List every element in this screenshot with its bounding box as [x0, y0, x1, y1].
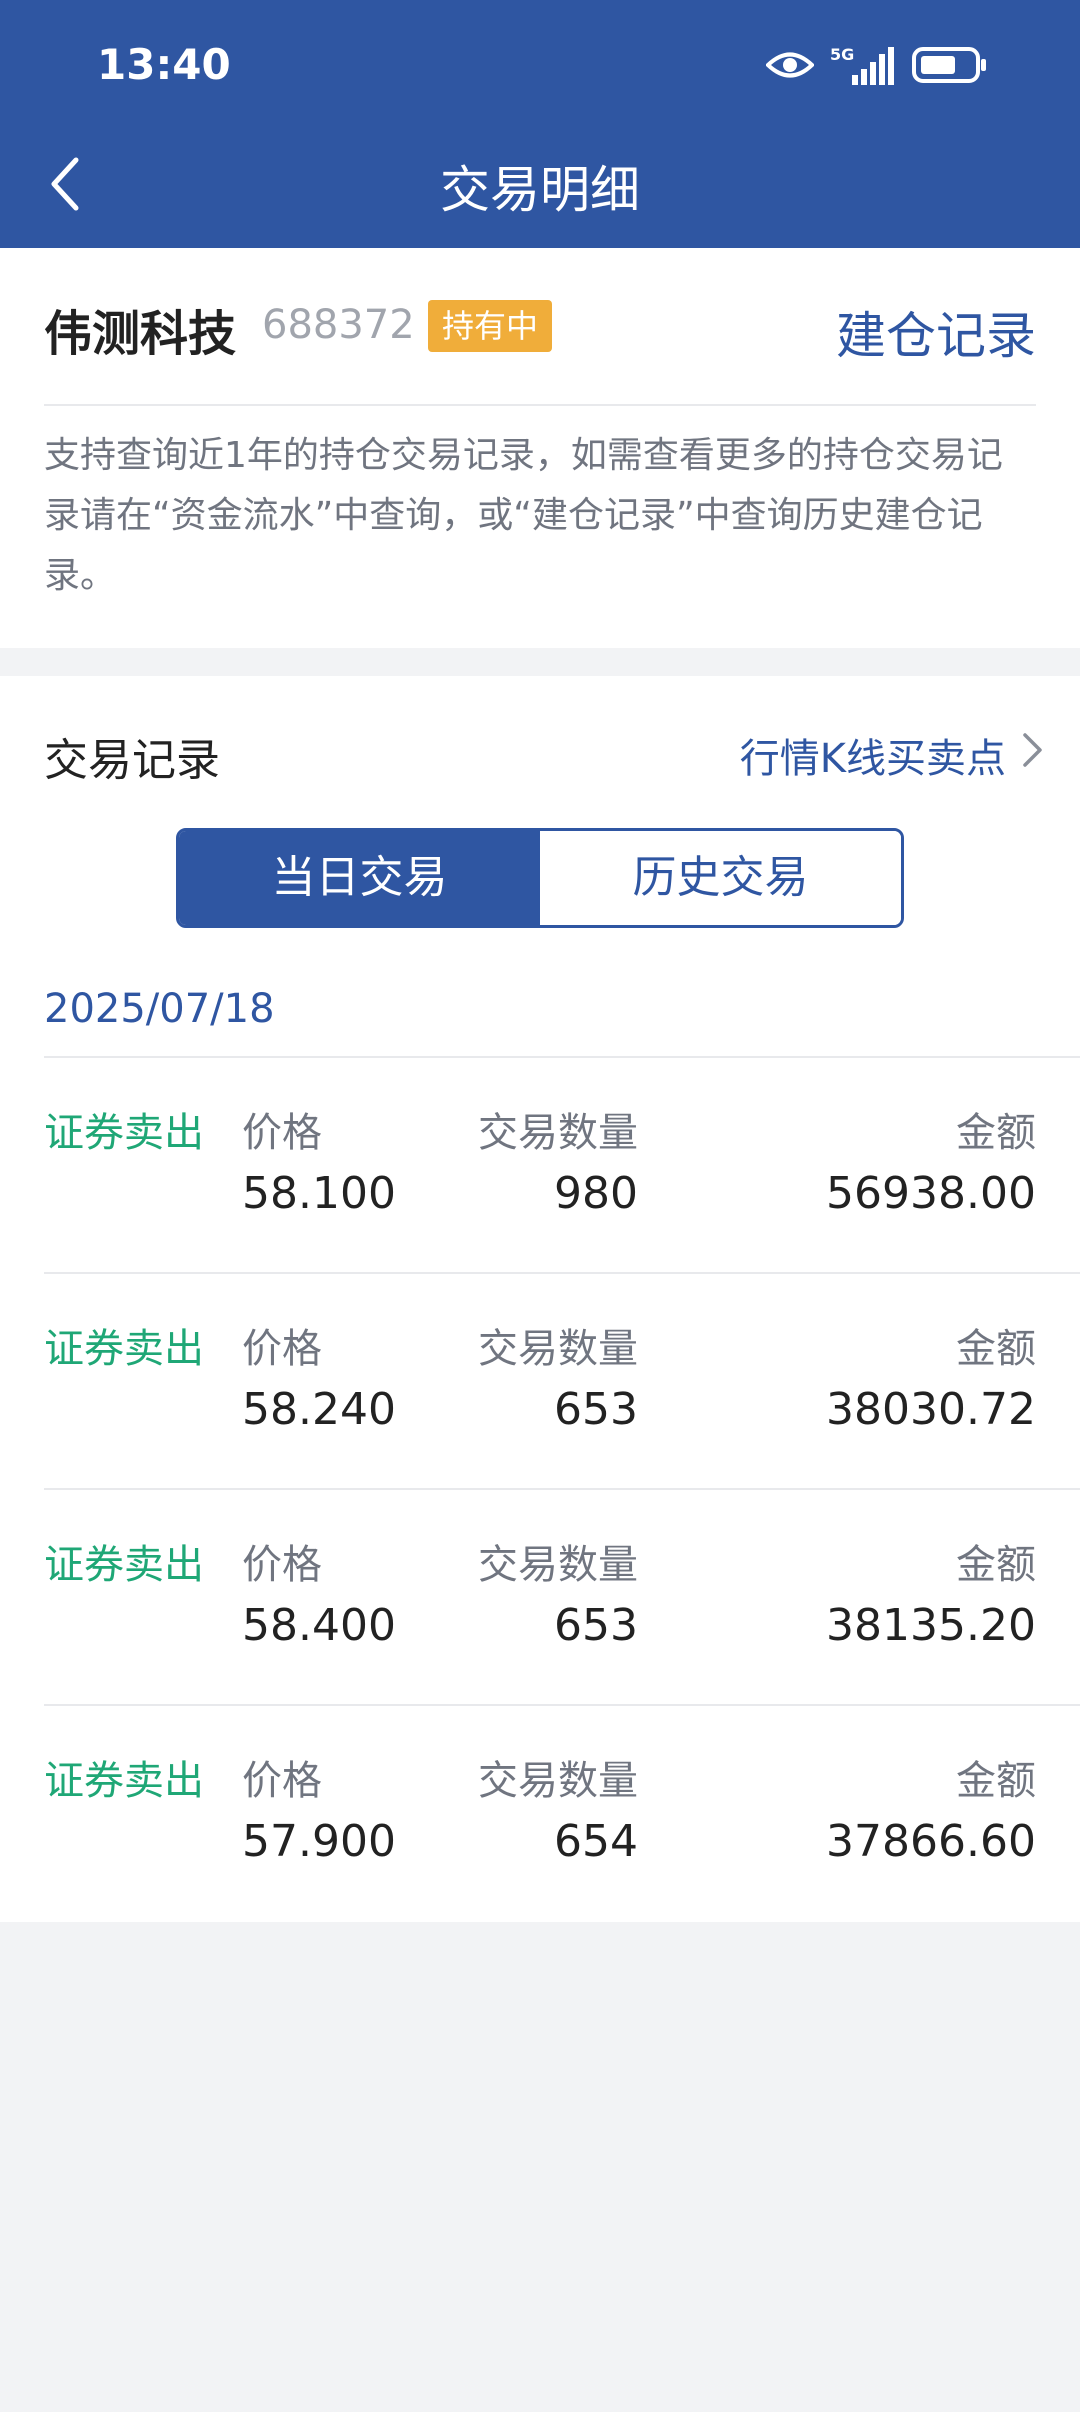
trade-row[interactable]: 证券卖出 价格 交易数量 金额 58.100 980 56938.00	[0, 1058, 1080, 1274]
price-label: 价格	[242, 1326, 322, 1372]
tab-history-trades[interactable]: 历史交易	[540, 831, 901, 925]
notice-text: 支持查询近1年的持仓交易记录，如需查看更多的持仓交易记录请在“资金流水”中查询，…	[44, 435, 1003, 596]
chevron-right-icon	[1022, 732, 1044, 778]
price-label: 价格	[242, 1758, 322, 1804]
trade-row[interactable]: 证券卖出 价格 交易数量 金额 58.400 653 38135.20	[0, 1490, 1080, 1706]
amount-value: 37866.60	[826, 1816, 1036, 1867]
trade-date: 2025/07/18	[44, 986, 275, 1032]
trade-records-card: 交易记录 行情K线买卖点 当日交易 历史交易 2025/07/18 证券卖出 价…	[0, 676, 1080, 1922]
tab-today-trades[interactable]: 当日交易	[179, 831, 540, 925]
amount-value: 38030.72	[826, 1384, 1036, 1435]
trade-type: 证券卖出	[44, 1110, 204, 1156]
quantity-value: 653	[554, 1600, 638, 1651]
status-icons: 5G	[766, 44, 988, 86]
quantity-value: 653	[554, 1384, 638, 1435]
trade-period-tabs: 当日交易 历史交易	[176, 828, 904, 928]
kline-trade-points-link[interactable]: 行情K线买卖点	[740, 726, 1044, 784]
page-title: 交易明细	[440, 161, 640, 219]
status-time: 13:40	[97, 40, 231, 89]
amount-value: 56938.00	[826, 1168, 1036, 1219]
trade-type: 证券卖出	[44, 1326, 204, 1372]
price-label: 价格	[242, 1110, 322, 1156]
app-header: 13:40 5G 交易明细	[0, 0, 1080, 248]
stock-name: 伟测科技	[44, 306, 237, 362]
divider	[44, 404, 1036, 406]
price-value: 58.100	[242, 1168, 396, 1219]
eye-icon	[766, 50, 814, 80]
section-title: 交易记录	[44, 735, 220, 786]
amount-value: 38135.20	[826, 1600, 1036, 1651]
price-label: 价格	[242, 1542, 322, 1588]
amount-label: 金额	[956, 1110, 1036, 1156]
quantity-label: 交易数量	[478, 1758, 638, 1804]
price-value: 58.400	[242, 1600, 396, 1651]
trade-row[interactable]: 证券卖出 价格 交易数量 金额 58.240 653 38030.72	[0, 1274, 1080, 1490]
quantity-label: 交易数量	[478, 1542, 638, 1588]
signal-5g-icon: 5G	[830, 45, 896, 85]
trade-type: 证券卖出	[44, 1758, 204, 1804]
trade-type: 证券卖出	[44, 1542, 204, 1588]
quantity-value: 654	[554, 1816, 638, 1867]
kline-link-label: 行情K线买卖点	[739, 736, 1006, 782]
quantity-value: 980	[554, 1168, 638, 1219]
quantity-label: 交易数量	[478, 1326, 638, 1372]
price-value: 57.900	[242, 1816, 396, 1867]
price-value: 58.240	[242, 1384, 396, 1435]
stock-code: 688372	[262, 302, 415, 348]
battery-icon	[912, 47, 988, 83]
open-position-record-link[interactable]: 建仓记录	[836, 296, 1036, 368]
amount-label: 金额	[956, 1326, 1036, 1372]
amount-label: 金额	[956, 1758, 1036, 1804]
trade-row[interactable]: 证券卖出 价格 交易数量 金额 57.900 654 37866.60	[0, 1706, 1080, 1922]
quantity-label: 交易数量	[478, 1110, 638, 1156]
holding-status-badge: 持有中	[428, 300, 553, 352]
trade-list: 证券卖出 价格 交易数量 金额 58.100 980 56938.00 证券卖出…	[0, 1058, 1080, 1922]
svg-text:5G: 5G	[830, 45, 854, 64]
stock-info-card: 伟测科技 688372 持有中 建仓记录 支持查询近1年的持仓交易记录，如需查看…	[0, 248, 1080, 648]
amount-label: 金额	[956, 1542, 1036, 1588]
